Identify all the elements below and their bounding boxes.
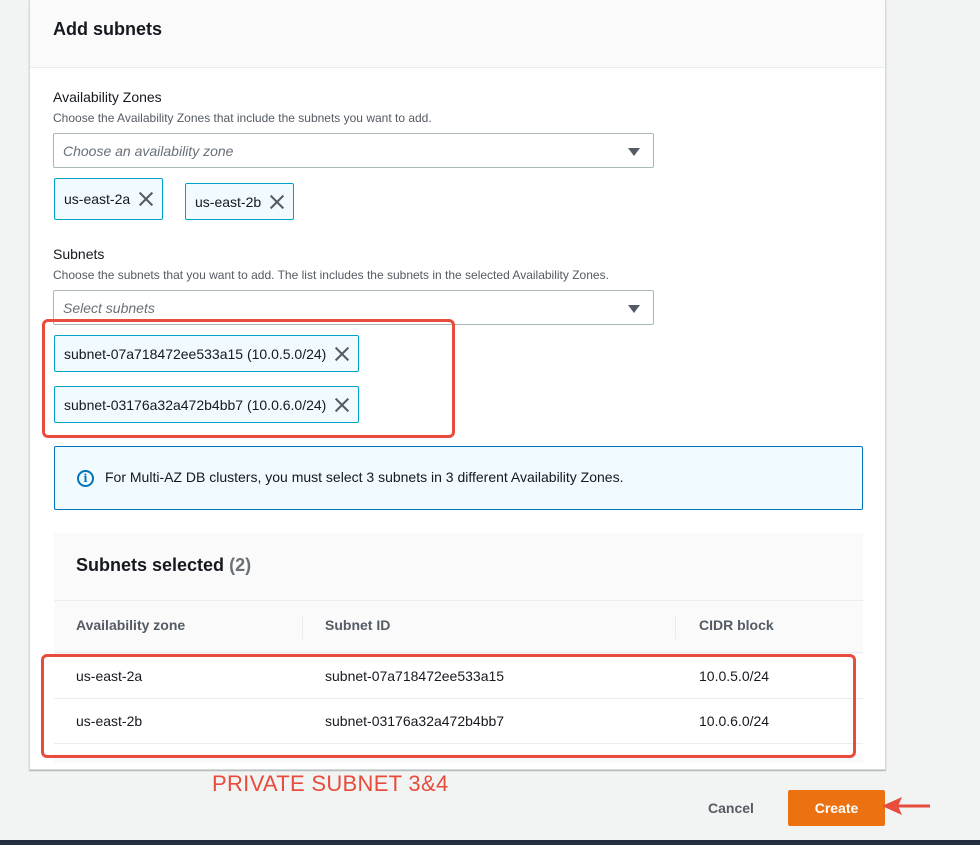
caret-down-icon	[628, 305, 640, 313]
az-token-label: us-east-2a	[64, 191, 131, 207]
table-title-text: Subnets selected	[76, 555, 225, 575]
add-subnets-panel: Add subnets Availability Zones Choose th…	[29, 0, 886, 770]
subnets-select-placeholder: Select subnets	[63, 300, 155, 316]
column-header-subnet-id[interactable]: Subnet ID	[325, 617, 390, 633]
table-title: Subnets selected (2)	[76, 555, 251, 576]
table-rows-highlight	[41, 654, 856, 758]
subnets-label: Subnets	[53, 246, 105, 262]
panel-header: Add subnets	[30, 0, 885, 68]
column-header-availability-zone[interactable]: Availability zone	[76, 617, 185, 633]
create-button[interactable]: Create	[788, 790, 885, 826]
table-count: (2)	[229, 555, 252, 575]
annotation-arrow-icon	[882, 797, 930, 815]
table-header: Availability zone Subnet ID CIDR block	[54, 600, 863, 653]
remove-icon[interactable]	[138, 191, 154, 207]
az-select[interactable]: Choose an availability zone	[53, 133, 654, 168]
subnet-tokens-highlight	[42, 319, 455, 438]
az-token-us-east-2b: us-east-2b	[185, 183, 295, 220]
annotation-label: PRIVATE SUBNET 3&4	[212, 771, 449, 796]
caret-down-icon	[628, 148, 640, 156]
info-alert: i For Multi-AZ DB clusters, you must sel…	[54, 446, 863, 510]
panel-title: Add subnets	[53, 19, 163, 39]
az-select-placeholder: Choose an availability zone	[63, 143, 234, 159]
az-label: Availability Zones	[53, 89, 162, 105]
column-divider	[302, 615, 303, 639]
info-alert-text: For Multi-AZ DB clusters, you must selec…	[105, 469, 624, 485]
az-token-label: us-east-2b	[195, 193, 262, 210]
column-divider	[675, 615, 676, 639]
az-description: Choose the Availability Zones that inclu…	[53, 111, 432, 125]
remove-icon[interactable]	[269, 194, 285, 210]
info-icon: i	[77, 470, 94, 487]
column-header-cidr-block[interactable]: CIDR block	[699, 617, 774, 633]
bottom-bar	[0, 840, 980, 845]
az-token-us-east-2a: us-east-2a	[54, 178, 164, 220]
subnets-description: Choose the subnets that you want to add.…	[53, 268, 609, 282]
cancel-button[interactable]: Cancel	[688, 790, 774, 826]
